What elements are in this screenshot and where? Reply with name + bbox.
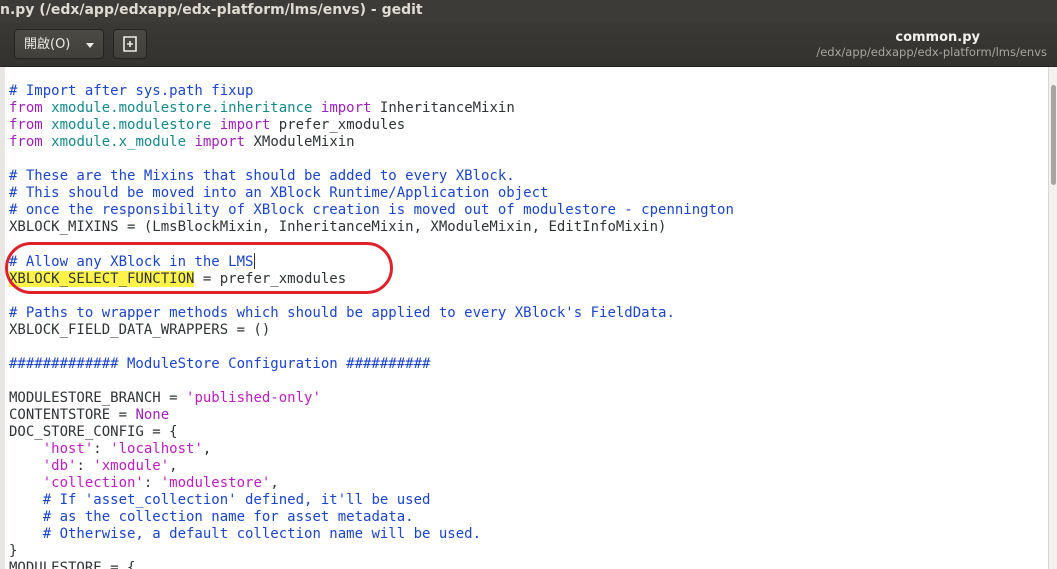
code-punct: : bbox=[76, 458, 94, 474]
chevron-down-icon bbox=[86, 43, 94, 48]
code-keyword: from bbox=[9, 100, 43, 116]
code-line: XBLOCK_FIELD_DATA_WRAPPERS = () bbox=[9, 322, 271, 338]
code-string: 'db' bbox=[42, 458, 77, 474]
open-button-label: 開啟(O) bbox=[24, 37, 71, 52]
code-keyword: from bbox=[9, 134, 43, 150]
code-comment: # This should be moved into an XBlock Ru… bbox=[9, 185, 549, 201]
code-punct: , bbox=[169, 458, 178, 474]
code-comment: # as the collection name for asset metad… bbox=[42, 509, 414, 525]
code-module: xmodule.modulestore bbox=[51, 117, 212, 133]
code-module: xmodule.x_module bbox=[51, 134, 187, 150]
editor-gutter bbox=[0, 67, 5, 569]
scrollbar-thumb[interactable] bbox=[1051, 85, 1056, 185]
code-name: XModuleMixin bbox=[253, 134, 355, 150]
code-comment: # Allow any XBlock in the LMS bbox=[9, 254, 254, 270]
code-comment: # Otherwise, a default collection name w… bbox=[42, 526, 482, 542]
code-line: CONTENTSTORE = bbox=[9, 407, 136, 423]
editor-view[interactable]: # Import after sys.path fixup from xmodu… bbox=[0, 67, 1048, 569]
code-keyword: None bbox=[135, 407, 170, 423]
text-cursor bbox=[254, 253, 256, 269]
code-punct: : bbox=[93, 441, 111, 457]
highlighted-variable: XBLOCK_SELECT_FUNCTION bbox=[9, 271, 195, 287]
code-line: } bbox=[9, 543, 18, 559]
document-title: common.py bbox=[895, 30, 980, 45]
code-punct: , bbox=[270, 475, 279, 491]
code-line: = prefer_xmodules bbox=[194, 271, 347, 287]
code-line: MODULESTORE = { bbox=[9, 560, 136, 569]
code-string: 'collection' bbox=[42, 475, 144, 491]
code-line: DOC_STORE_CONFIG = { bbox=[9, 424, 178, 440]
header-bar: 開啟(O) common.py /edx/app/edxapp/edx-plat… bbox=[0, 22, 1057, 67]
new-document-icon bbox=[123, 36, 137, 52]
code-punct: , bbox=[202, 441, 212, 457]
code-comment: # once the responsibility of XBlock crea… bbox=[9, 202, 734, 218]
code-line: MODULESTORE_BRANCH = bbox=[9, 390, 187, 406]
code-comment: # These are the Mixins that should be ad… bbox=[9, 168, 515, 184]
code-string: 'localhost' bbox=[110, 441, 203, 457]
open-button[interactable]: 開啟(O) bbox=[14, 29, 104, 59]
code-keyword: import bbox=[320, 100, 372, 116]
window-title: n.py (/edx/app/edxapp/edx-platform/lms/e… bbox=[0, 0, 1057, 22]
code-punct: : bbox=[143, 475, 161, 491]
code-name: prefer_xmodules bbox=[278, 117, 406, 133]
code-keyword: import bbox=[194, 134, 246, 150]
document-path: /edx/app/edxapp/edx-platform/lms/envs bbox=[816, 45, 1047, 59]
code-text[interactable]: # Import after sys.path fixup from xmodu… bbox=[9, 83, 734, 569]
code-keyword: import bbox=[219, 117, 271, 133]
code-line: XBLOCK_MIXINS = (LmsBlockMixin, Inherita… bbox=[9, 219, 667, 235]
code-string: 'host' bbox=[42, 441, 94, 457]
code-string: 'xmodule' bbox=[93, 458, 170, 474]
code-comment: # If 'asset_collection' defined, it'll b… bbox=[42, 492, 431, 508]
code-string: 'published-only' bbox=[186, 390, 321, 406]
code-comment: # Import after sys.path fixup bbox=[9, 83, 254, 99]
code-module: xmodule.modulestore.inheritance bbox=[51, 100, 313, 116]
new-tab-button[interactable] bbox=[113, 29, 147, 59]
code-string: 'modulestore' bbox=[160, 475, 271, 491]
vertical-scrollbar[interactable] bbox=[1048, 67, 1057, 569]
code-name: InheritanceMixin bbox=[379, 100, 515, 116]
code-comment: ############# ModuleStore Configuration … bbox=[9, 356, 431, 372]
code-comment: # Paths to wrapper methods which should … bbox=[9, 305, 675, 321]
code-keyword: from bbox=[9, 117, 43, 133]
